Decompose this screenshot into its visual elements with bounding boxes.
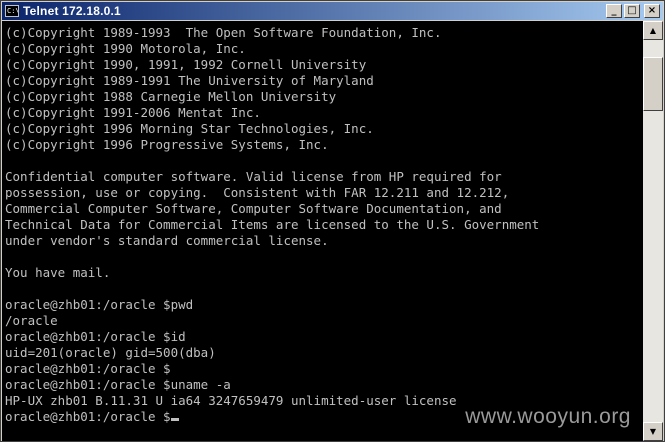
- terminal-line: oracle@zhb01:/oracle $pwd: [5, 297, 194, 312]
- scroll-up-button[interactable]: ▲: [643, 21, 663, 40]
- maximize-button[interactable]: □: [624, 4, 640, 18]
- terminal-line: uid=201(oracle) gid=500(dba): [5, 345, 216, 360]
- terminal-line: (c)Copyright 1990, 1991, 1992 Cornell Un…: [5, 57, 367, 72]
- terminal-lines: (c)Copyright 1989-1993 The Open Software…: [5, 25, 539, 425]
- terminal-output[interactable]: (c)Copyright 1989-1993 The Open Software…: [2, 21, 643, 441]
- close-button[interactable]: ×: [644, 4, 660, 18]
- window-controls: _ □ ×: [606, 4, 660, 18]
- vertical-scrollbar[interactable]: ▲ ▼: [643, 21, 663, 441]
- terminal-line: Confidential computer software. Valid li…: [5, 169, 502, 184]
- terminal-line: (c)Copyright 1989-1993 The Open Software…: [5, 25, 442, 40]
- terminal-line: oracle@zhb01:/oracle $: [5, 361, 171, 376]
- terminal-line: (c)Copyright 1996 Progressive Systems, I…: [5, 137, 329, 152]
- terminal-line: (c)Copyright 1990 Motorola, Inc.: [5, 41, 246, 56]
- terminal-line: (c)Copyright 1988 Carnegie Mellon Univer…: [5, 89, 337, 104]
- terminal-line: Commercial Computer Software, Computer S…: [5, 201, 502, 216]
- shell-prompt: oracle@zhb01:/oracle $: [5, 409, 171, 424]
- terminal-line: (c)Copyright 1991-2006 Mentat Inc.: [5, 105, 261, 120]
- text-cursor: [170, 418, 179, 421]
- terminal-line: oracle@zhb01:/oracle $id: [5, 329, 186, 344]
- terminal-line: (c)Copyright 1996 Morning Star Technolog…: [5, 121, 374, 136]
- scroll-down-button[interactable]: ▼: [643, 422, 663, 441]
- terminal-line: oracle@zhb01:/oracle $uname -a: [5, 377, 231, 392]
- telnet-window: C:\ Telnet 172.18.0.1 _ □ × (c)Copyright…: [0, 0, 665, 442]
- minimize-button[interactable]: _: [606, 4, 622, 18]
- terminal-line: under vendor's standard commercial licen…: [5, 233, 329, 248]
- window-title: Telnet 172.18.0.1: [23, 4, 121, 18]
- title-bar[interactable]: C:\ Telnet 172.18.0.1 _ □ ×: [2, 2, 663, 20]
- scroll-thumb[interactable]: [643, 57, 663, 111]
- terminal-line: /oracle: [5, 313, 58, 328]
- terminal-line: (c)Copyright 1989-1991 The University of…: [5, 73, 374, 88]
- terminal-line: HP-UX zhb01 B.11.31 U ia64 3247659479 un…: [5, 393, 457, 408]
- terminal-line: possession, use or copying. Consistent w…: [5, 185, 510, 200]
- terminal-line: Technical Data for Commercial Items are …: [5, 217, 540, 232]
- terminal-line: You have mail.: [5, 265, 111, 280]
- current-prompt-line[interactable]: oracle@zhb01:/oracle $: [5, 409, 539, 425]
- watermark: www.wooyun.org: [465, 405, 631, 428]
- console-app-icon: C:\: [5, 5, 19, 17]
